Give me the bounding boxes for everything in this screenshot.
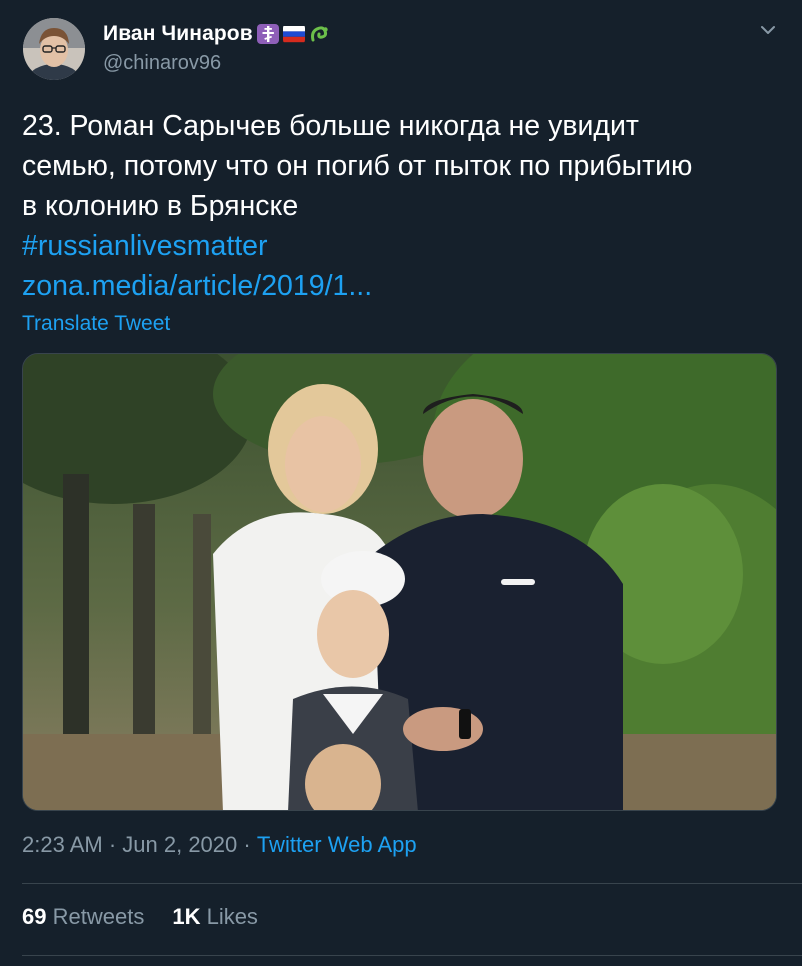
avatar[interactable] — [23, 18, 85, 80]
tweet-text-line: в колонию в Брянске — [22, 190, 299, 222]
article-link[interactable]: zona.media/article/2019/1... — [22, 266, 792, 306]
translate-tweet-link[interactable]: Translate Tweet — [22, 312, 170, 336]
author-name[interactable]: Иван Чинаров — [103, 22, 253, 46]
tweet-text: 23. Роман Сарычев больше никогда не увид… — [22, 106, 792, 306]
tweet-date[interactable]: Jun 2, 2020 — [122, 832, 237, 858]
tweet-text-line: семью, потому что он погиб от пыток по п… — [22, 150, 693, 182]
orthodox-cross-icon — [256, 24, 279, 44]
author-handle[interactable]: @chinarov96 — [103, 52, 221, 75]
snake-icon — [309, 24, 331, 44]
family-photo-image — [23, 354, 776, 810]
tweet-meta: 2:23 AM · Jun 2, 2020 · Twitter Web App — [22, 832, 417, 858]
retweets-stat[interactable]: 69 Retweets — [22, 904, 144, 930]
tweet-text-line: 23. Роман Сарычев больше никогда не увид… — [22, 110, 639, 142]
tweet-source-link[interactable]: Twitter Web App — [257, 832, 417, 858]
tweet-photo[interactable] — [22, 353, 777, 811]
likes-count: 1K — [172, 904, 201, 929]
retweets-label: Retweets — [52, 904, 145, 929]
avatar-image — [23, 18, 85, 80]
divider — [22, 955, 802, 956]
russian-flag-icon — [282, 24, 305, 44]
retweets-count: 69 — [22, 904, 47, 929]
tweet-time[interactable]: 2:23 AM — [22, 832, 103, 858]
tweet-stats: 69 Retweets 1K Likes — [22, 904, 258, 930]
likes-label: Likes — [206, 904, 258, 929]
chevron-down-icon[interactable] — [758, 20, 778, 40]
meta-separator: · — [237, 832, 257, 857]
meta-separator: · — [102, 832, 123, 857]
likes-stat[interactable]: 1K Likes — [172, 904, 258, 930]
tweet-card: Иван Чинаров @chinarov96 23. Роман Сарыч… — [0, 0, 802, 966]
author-name-row[interactable]: Иван Чинаров — [103, 20, 331, 48]
divider — [22, 883, 802, 884]
hashtag-link[interactable]: #russianlivesmatter — [22, 226, 792, 266]
